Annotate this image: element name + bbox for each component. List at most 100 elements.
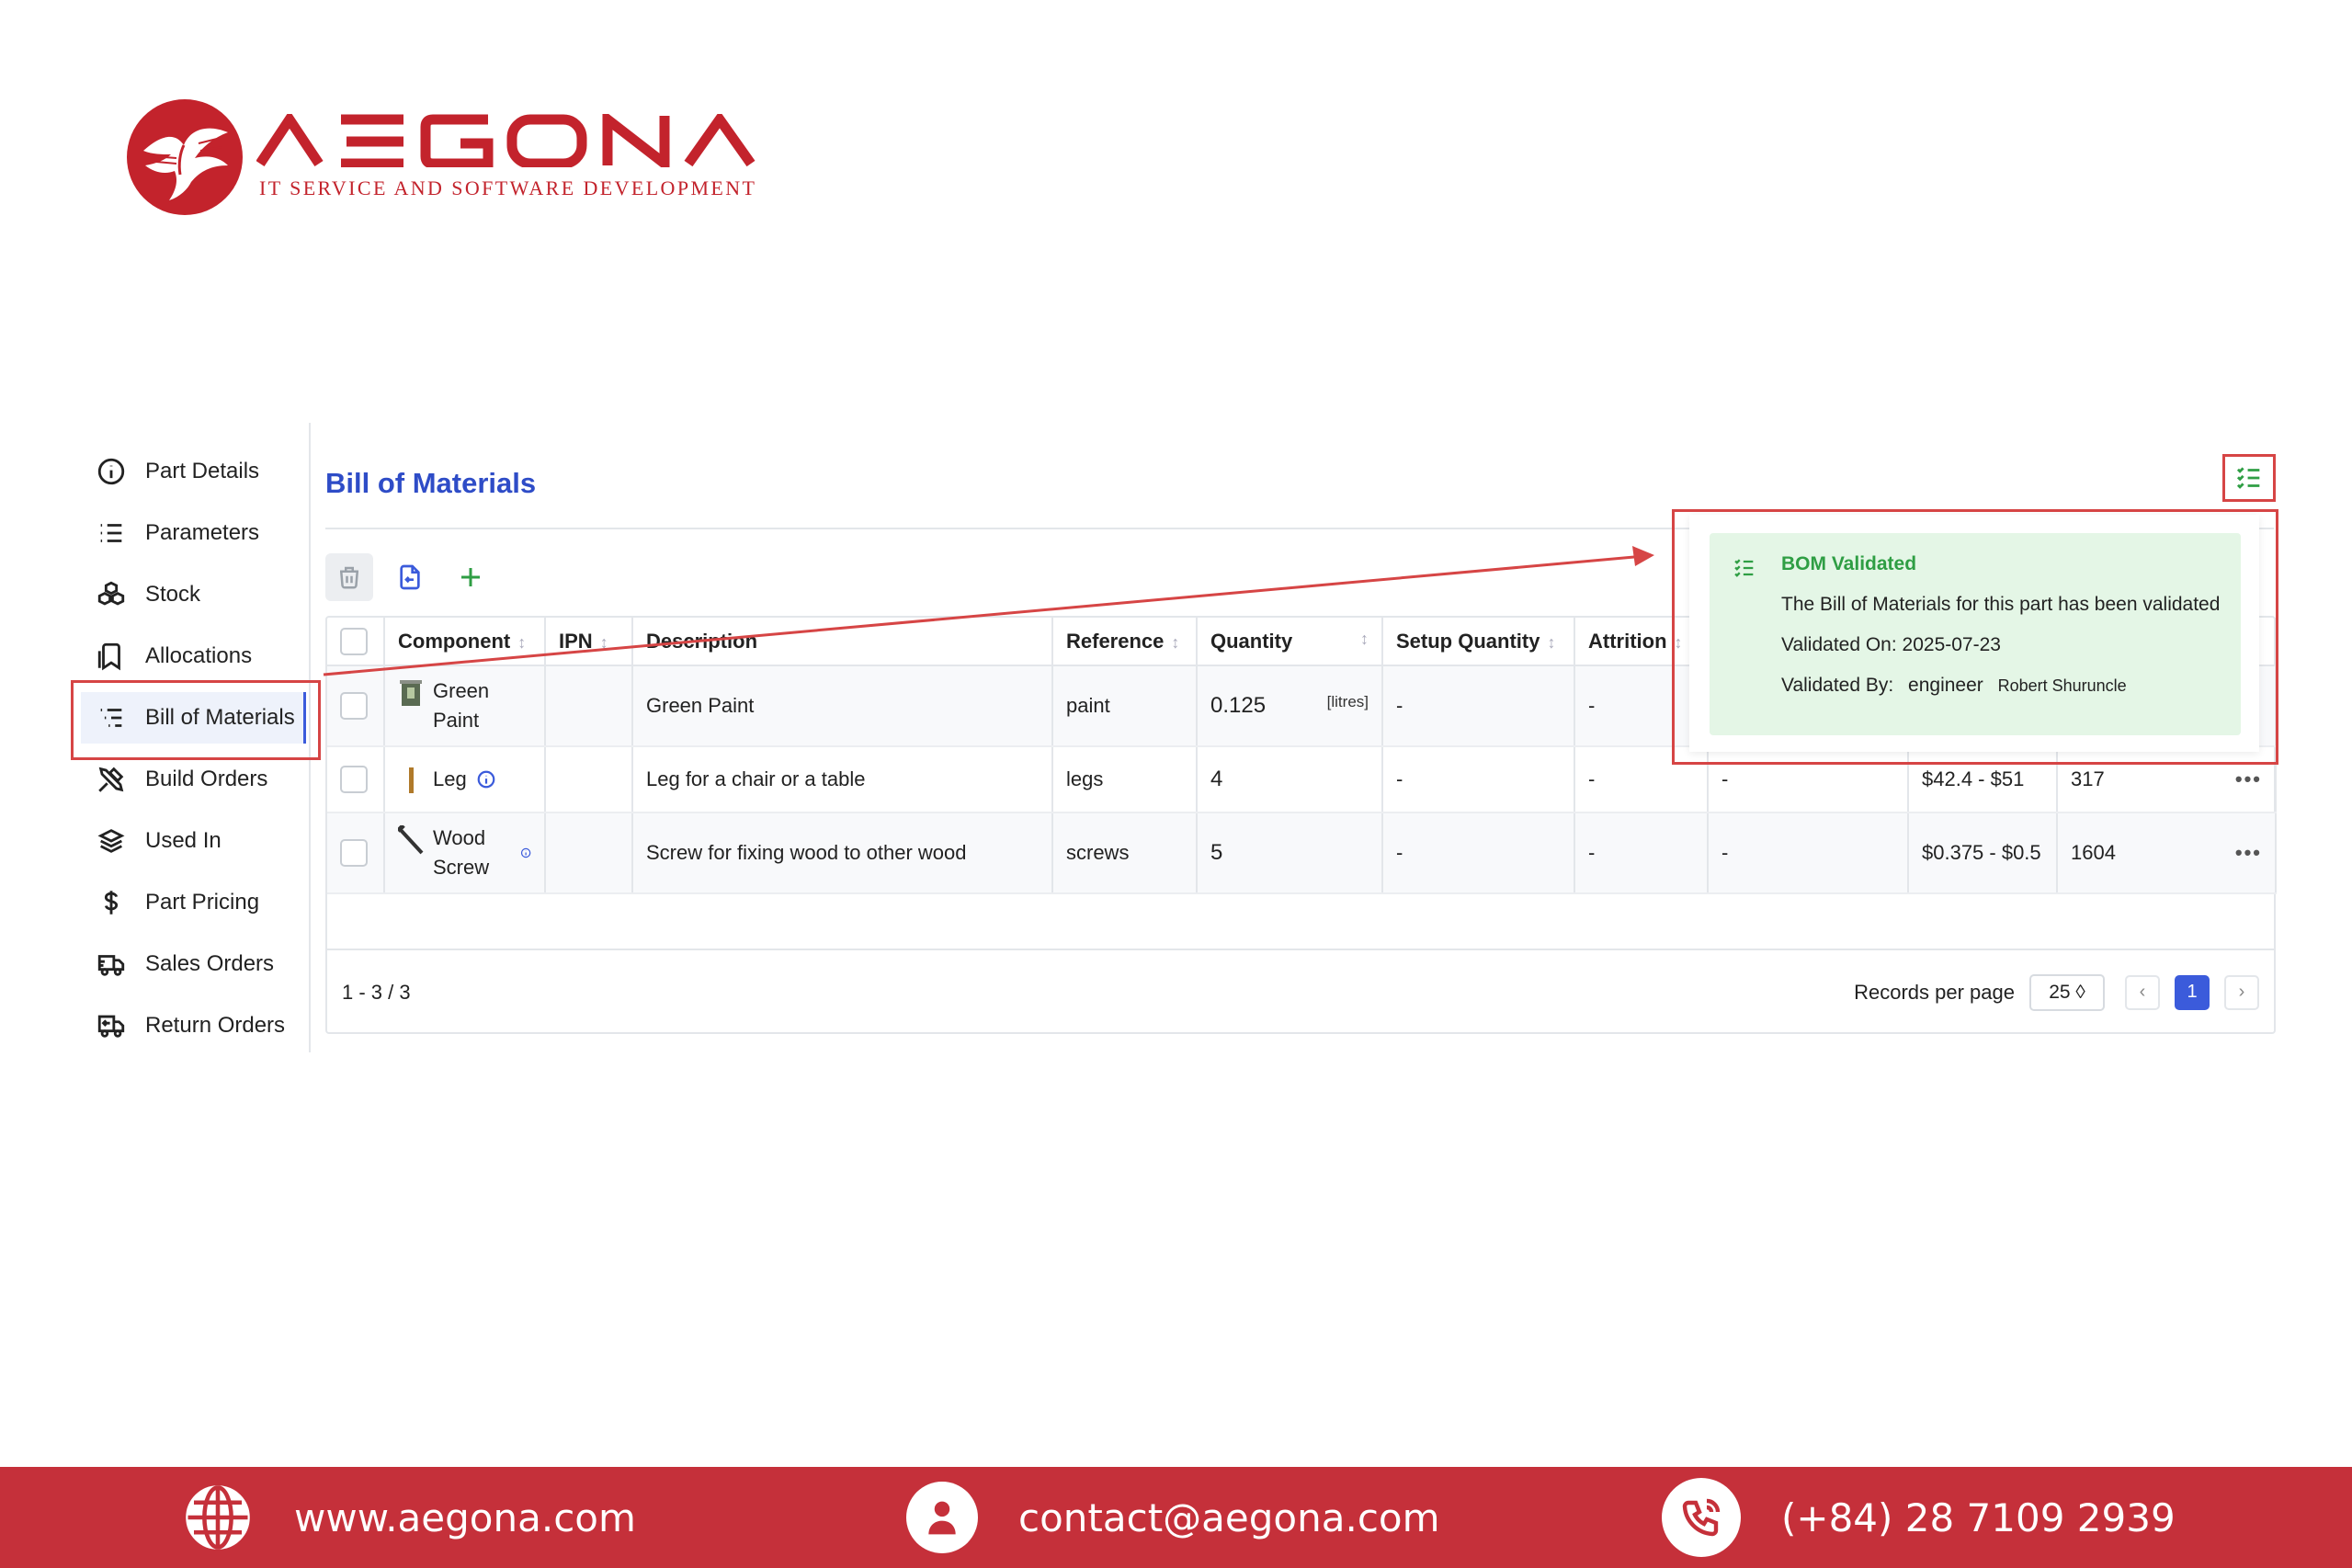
bom-validate-button[interactable]	[2222, 454, 2276, 502]
description-cell: Green Paint	[632, 665, 1053, 747]
select-all-cell	[327, 618, 385, 666]
screw-icon	[398, 825, 424, 855]
aegona-logo: IT SERVICE AND SOFTWARE DEVELOPMENT	[125, 97, 787, 217]
list-icon	[100, 524, 122, 542]
website-link[interactable]: www.aegona.com	[294, 1495, 636, 1540]
select-all-checkbox[interactable]	[340, 627, 368, 655]
paint-can-icon	[400, 680, 422, 706]
sidebar-item-part-details[interactable]: Part Details	[81, 446, 306, 497]
highlight-box-popover	[1672, 509, 2278, 765]
sort-icon: ↕	[1360, 629, 1369, 648]
sidebar-item-label: Parameters	[145, 520, 260, 545]
table-row[interactable]: Wood Screw Screw for fixing wood to othe…	[327, 812, 2277, 894]
boxes-icon	[97, 581, 125, 606]
component-name[interactable]: Wood Screw	[433, 824, 511, 882]
bookmark-icon	[97, 642, 120, 671]
quantity-cell: 5	[1197, 812, 1383, 894]
email-link[interactable]: contact@aegona.com	[1018, 1495, 1440, 1540]
sort-icon: ↕	[1547, 632, 1556, 652]
page-1-button[interactable]: 1	[2175, 974, 2210, 1010]
column-header-quantity[interactable]: Quantity ↕	[1197, 618, 1383, 666]
sidebar-item-label: Sales Orders	[145, 951, 275, 976]
setup-quantity-cell: -	[1382, 665, 1575, 747]
plus-icon	[461, 568, 480, 586]
currency-dollar-icon	[104, 891, 119, 915]
file-import-icon	[400, 564, 420, 590]
sidebar-item-sales-orders[interactable]: Sales Orders	[81, 938, 306, 990]
pagination-bar: 1 - 3 / 3 Records per page 25 ◊ ‹ 1 ›	[327, 949, 2274, 1034]
sidebar-item-stock[interactable]: Stock	[81, 569, 306, 620]
unit-label: [litres]	[1326, 693, 1369, 710]
delete-button[interactable]	[325, 553, 373, 601]
quantity-cell: 0.125 [litres]	[1197, 665, 1383, 747]
truck-delivery-icon	[97, 955, 125, 976]
tools-icon	[98, 767, 124, 792]
sidebar-item-return-orders[interactable]: Return Orders	[81, 1000, 306, 1051]
records-per-page-label: Records per page	[1854, 980, 2015, 1004]
column-header-setup-quantity[interactable]: Setup Quantity ↕	[1382, 618, 1575, 666]
stack-icon	[97, 829, 125, 853]
row-checkbox[interactable]	[340, 692, 368, 720]
sidebar-item-label: Part Pricing	[145, 890, 260, 915]
part-sidebar: Part Details Parameters Stock Allocation…	[62, 423, 321, 1052]
highlight-box-sidebar	[71, 680, 321, 760]
info-circle-icon[interactable]	[520, 845, 531, 861]
stock-cell: 1604 •••	[2057, 812, 2277, 894]
sort-icon: ↕	[599, 632, 608, 652]
row-checkbox[interactable]	[340, 839, 368, 867]
component-name[interactable]: Green Paint	[433, 676, 531, 735]
setup-quantity-cell: -	[1382, 746, 1575, 813]
column-header-component[interactable]: Component ↕	[384, 618, 546, 666]
next-page-button[interactable]: ›	[2224, 974, 2259, 1010]
add-item-button[interactable]	[447, 553, 494, 601]
row-menu-button[interactable]: •••	[2235, 841, 2262, 865]
user-icon	[906, 1482, 978, 1553]
column-header-description[interactable]: Description	[632, 618, 1053, 666]
phoenix-emblem-icon	[127, 99, 243, 215]
sidebar-item-label: Build Orders	[145, 767, 268, 791]
row-menu-button[interactable]: •••	[2235, 767, 2262, 791]
reference-cell: screws	[1052, 812, 1198, 894]
phone-contact: (+84) 28 7109 2939	[1662, 1467, 2176, 1568]
list-check-icon	[2236, 467, 2260, 489]
description-cell: Leg for a chair or a table	[632, 746, 1053, 813]
email-contact: contact@aegona.com	[906, 1467, 1440, 1568]
sort-icon: ↕	[1171, 632, 1180, 652]
sidebar-item-label: Allocations	[145, 643, 253, 668]
reference-cell: legs	[1052, 746, 1198, 813]
contact-banner: www.aegona.com contact@aegona.com (+84) …	[0, 1467, 2352, 1568]
setup-quantity-cell: -	[1382, 812, 1575, 894]
column-header-ipn[interactable]: IPN ↕	[545, 618, 633, 666]
sidebar-item-label: Part Details	[145, 459, 260, 483]
truck-return-icon	[97, 1015, 125, 1038]
trash-icon	[340, 566, 358, 589]
attrition-cell: -	[1574, 812, 1709, 894]
description-cell: Screw for fixing wood to other wood	[632, 812, 1053, 894]
records-per-page-select[interactable]: 25 ◊	[2029, 973, 2105, 1011]
info-circle-icon	[97, 458, 125, 485]
sidebar-item-label: Stock	[145, 582, 201, 607]
prev-page-button[interactable]: ‹	[2125, 974, 2160, 1010]
sidebar-item-parameters[interactable]: Parameters	[81, 507, 306, 559]
sidebar-item-part-pricing[interactable]: Part Pricing	[81, 877, 306, 928]
sidebar-item-used-in[interactable]: Used In	[81, 815, 306, 867]
sidebar-item-allocations[interactable]: Allocations	[81, 631, 306, 682]
sidebar-item-build-orders[interactable]: Build Orders	[81, 754, 306, 805]
website-contact: www.aegona.com	[182, 1467, 636, 1568]
column-header-reference[interactable]: Reference ↕	[1052, 618, 1198, 666]
row-checkbox[interactable]	[340, 766, 368, 793]
phone-number[interactable]: (+84) 28 7109 2939	[1781, 1495, 2176, 1540]
bom-toolbar	[325, 553, 494, 601]
sort-icon: ↕	[517, 632, 527, 652]
import-button[interactable]	[386, 553, 434, 601]
info-circle-icon[interactable]	[476, 769, 496, 790]
sidebar-item-label: Return Orders	[145, 1013, 286, 1038]
component-name[interactable]: Leg	[433, 765, 467, 794]
record-range: 1 - 3 / 3	[342, 980, 411, 1004]
page-title: Bill of Materials	[325, 467, 537, 499]
aegona-wordmark	[256, 114, 756, 167]
globe-icon	[186, 1485, 250, 1550]
sidebar-item-label: Used In	[145, 828, 222, 853]
quantity-cell: 4	[1197, 746, 1383, 813]
wood-leg-icon	[409, 767, 414, 793]
